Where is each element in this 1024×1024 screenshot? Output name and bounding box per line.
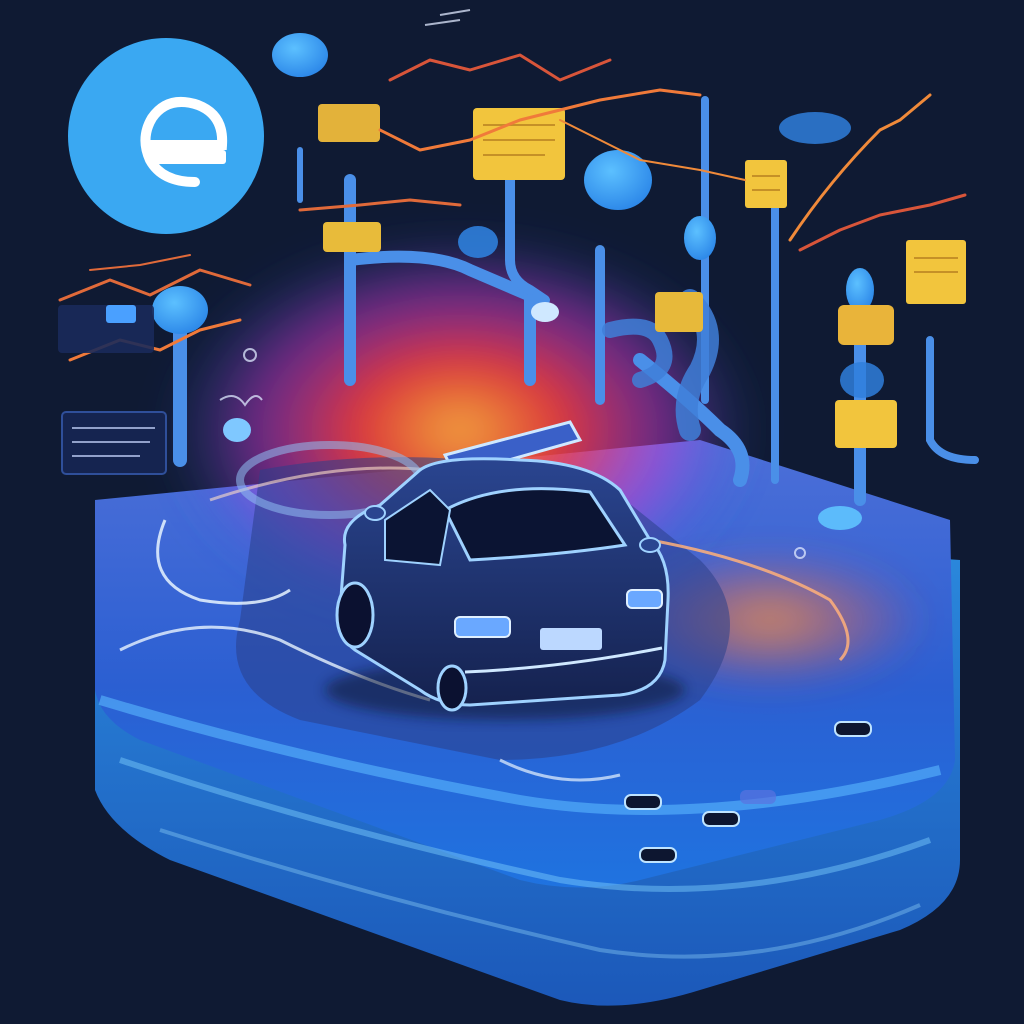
bubble (818, 506, 862, 530)
illustration-scene (0, 0, 1024, 1024)
wheel-rear-left (335, 581, 375, 649)
yellow-sign (318, 104, 380, 142)
license-plate (540, 628, 602, 650)
pod (834, 721, 872, 737)
yellow-sign (838, 305, 894, 345)
pod (639, 847, 677, 863)
bubble (531, 302, 559, 322)
bubble (458, 226, 498, 258)
info-panel-highlight (106, 305, 136, 323)
bubble (684, 216, 716, 260)
pod (702, 811, 740, 827)
pod (624, 794, 662, 810)
tail-light-left (454, 616, 511, 638)
bubble (584, 150, 652, 210)
yellow-sign (655, 292, 703, 332)
yellow-sign (745, 160, 787, 208)
emblem-icon (68, 38, 264, 234)
side-mirror (364, 505, 386, 521)
bubble (840, 362, 884, 398)
yellow-sign (323, 222, 381, 252)
bubble (779, 112, 851, 144)
wheel-rear-right (436, 664, 468, 712)
tail-light-right (626, 589, 663, 609)
bubble (152, 286, 208, 334)
logo-bar (148, 150, 226, 164)
yellow-sign (835, 400, 897, 448)
pod (740, 790, 776, 804)
logo-circle (68, 38, 264, 234)
bubble (223, 418, 251, 442)
bubble (272, 33, 328, 77)
side-mirror (639, 537, 661, 553)
